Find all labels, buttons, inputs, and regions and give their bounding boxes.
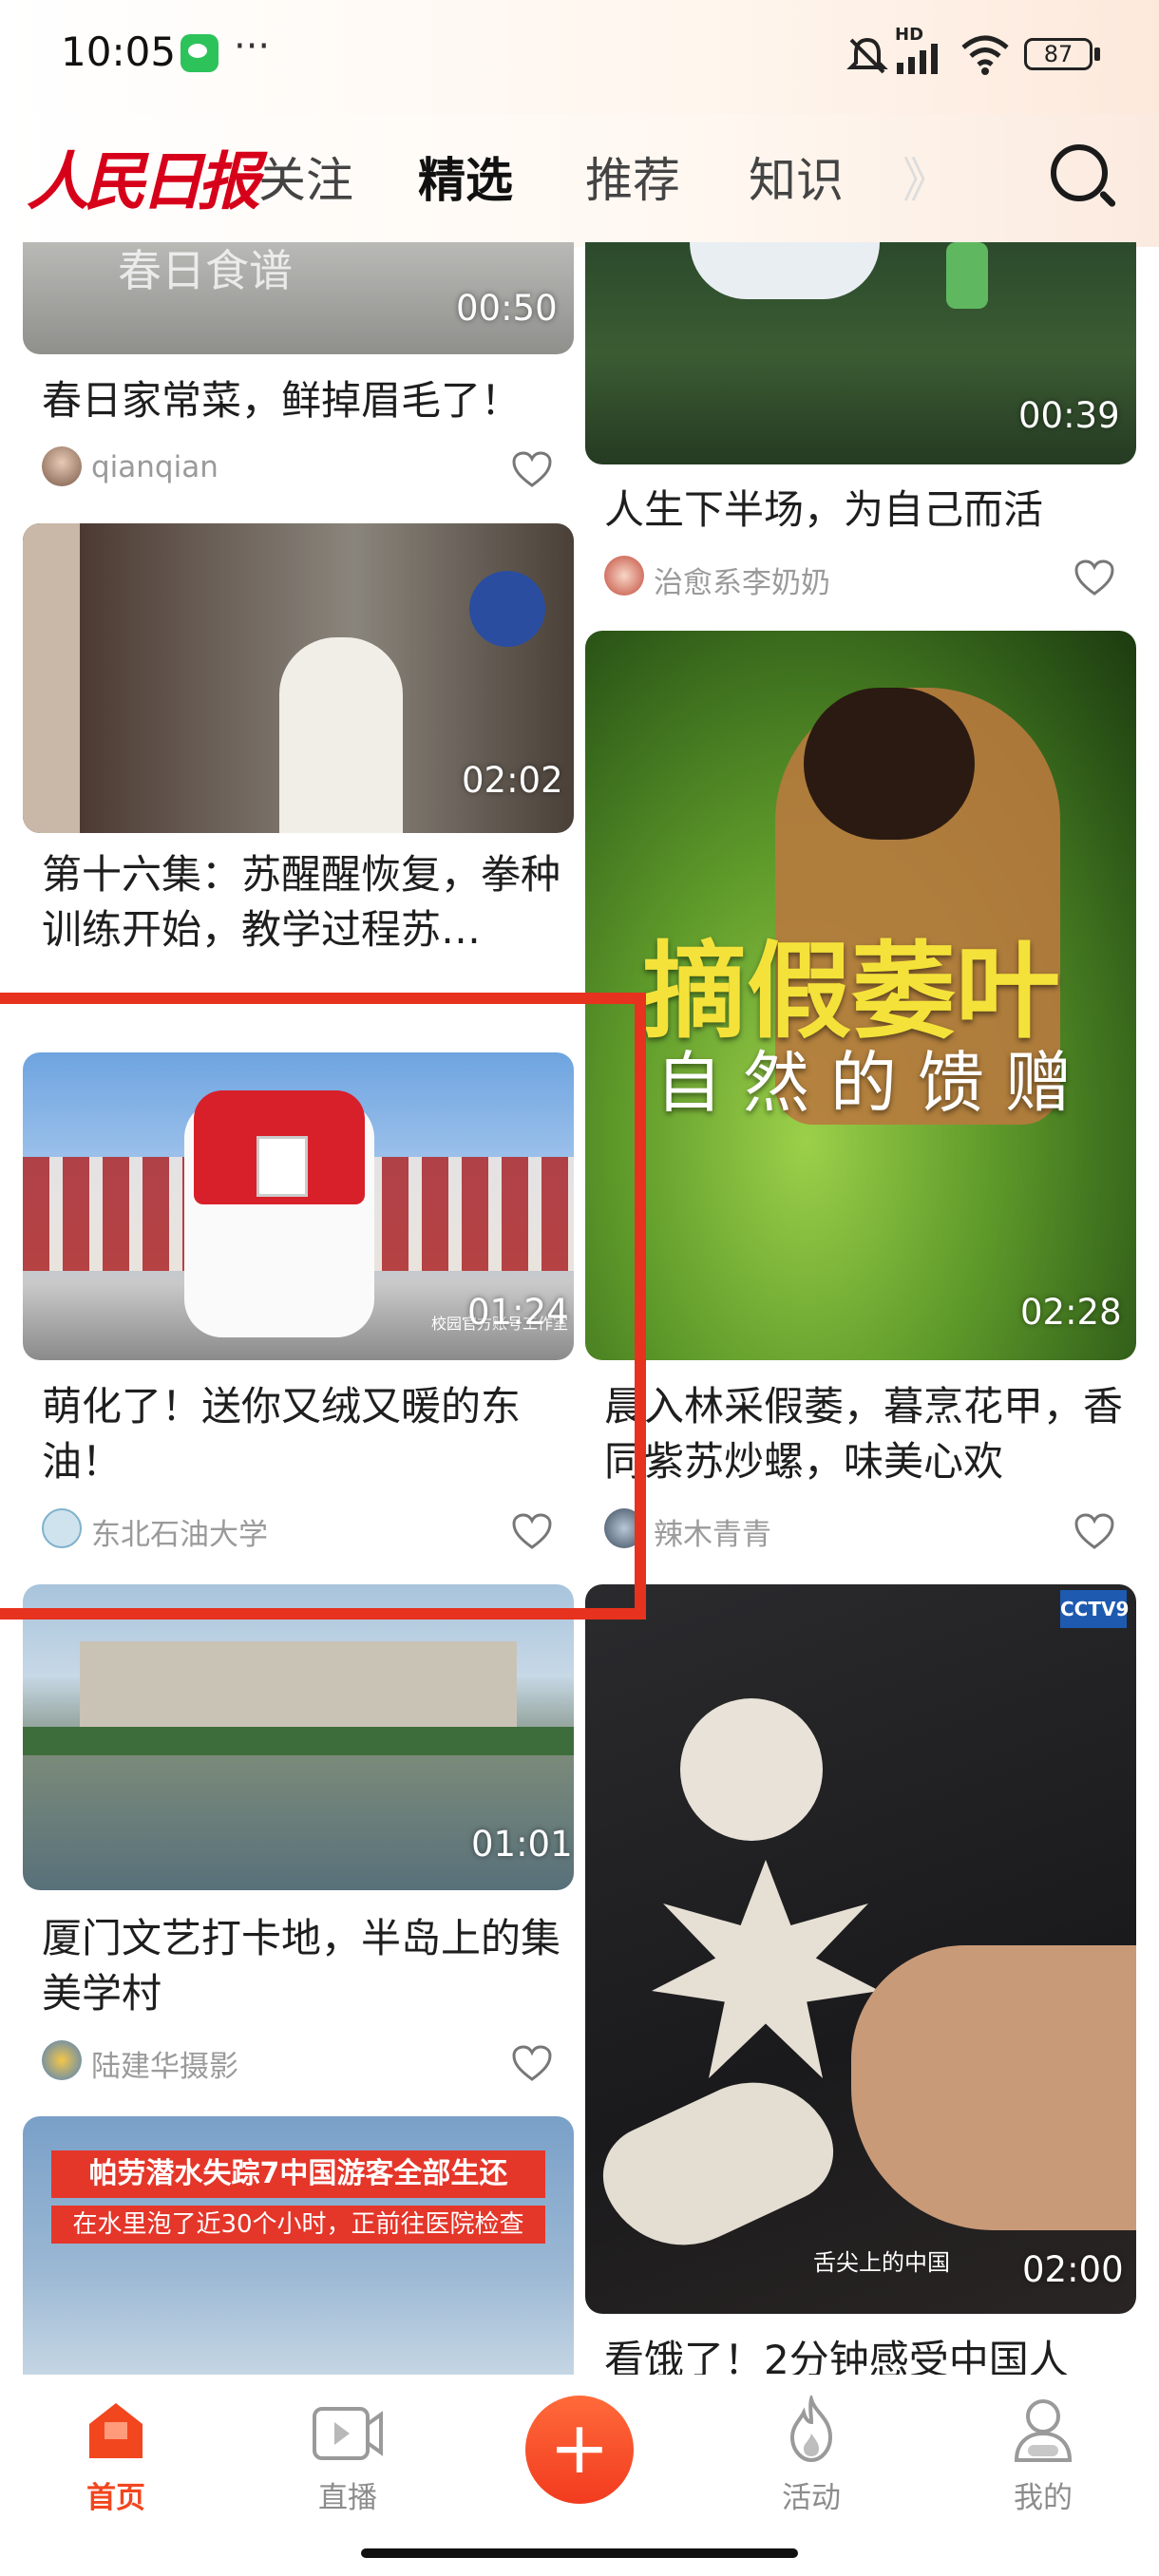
news-headline-banner: 帕劳潜水失踪7中国游客全部生还 [51, 2150, 545, 2198]
flame-icon[interactable] [781, 2396, 842, 2464]
video-title[interactable]: 晨入林采假萎，暮烹花甲，香同紫苏炒螺，味美心欢 [604, 1379, 1136, 1489]
signal-icon [897, 44, 938, 74]
thumbnail-decoration [469, 571, 545, 647]
annotation-highlight-box [0, 993, 646, 1619]
video-duration: 00:39 [1018, 395, 1120, 436]
thumbnail-trees [23, 1727, 574, 1755]
like-heart-icon[interactable] [511, 450, 553, 488]
nav-activity-label[interactable]: 活动 [754, 2473, 868, 2516]
status-time: 10:05 [61, 28, 177, 75]
thumbnail-hand [851, 1945, 1136, 2230]
video-duration: 02:28 [1020, 1292, 1122, 1333]
author-avatar[interactable] [604, 556, 644, 596]
thumbnail-dough-fish [586, 2055, 850, 2273]
profile-icon[interactable] [1011, 2396, 1075, 2464]
app-logo[interactable]: 人民日报 [27, 131, 260, 222]
wifi-icon [961, 35, 1009, 75]
author-avatar[interactable] [42, 446, 82, 486]
thumbnail-figure [23, 523, 80, 833]
battery-tip [1094, 47, 1100, 61]
video-duration: 02:02 [462, 760, 563, 801]
search-icon[interactable] [1051, 144, 1108, 201]
video-thumbnail[interactable]: 摘假萎叶 自然的馈赠 [585, 631, 1136, 1360]
home-indicator[interactable] [361, 2548, 798, 2558]
thumbnail-dough-shape [680, 1698, 823, 1841]
video-title[interactable]: 厦门文艺打卡地，半岛上的集美学村 [42, 1911, 574, 2021]
video-title[interactable]: 春日家常菜，鲜掉眉毛了！ [42, 373, 574, 428]
thumbnail-dough-sun [652, 1860, 880, 2078]
tab-recommended[interactable]: 推荐 [585, 142, 680, 211]
thumbnail-building [80, 1641, 517, 1727]
more-notifications-icon: ··· [234, 25, 271, 68]
video-duration: 00:50 [456, 288, 558, 329]
thumbnail-figure-hair [804, 688, 975, 840]
wechat-icon [180, 34, 218, 72]
author-name[interactable]: 治愈系李奶奶 [654, 559, 830, 601]
nav-home-label[interactable]: 首页 [59, 2473, 173, 2516]
like-heart-icon[interactable] [1074, 559, 1115, 597]
video-thumbnail[interactable]: 帕劳潜水失踪7中国游客全部生还 在水里泡了近30个小时，正前往医院检查 [23, 2116, 574, 2375]
thumbnail-overlay-text: 春日食谱 [118, 245, 293, 296]
author-avatar[interactable] [42, 2040, 82, 2080]
nav-profile-label[interactable]: 我的 [986, 2473, 1100, 2516]
tab-featured[interactable]: 精选 [418, 142, 513, 211]
nav-live-label[interactable]: 直播 [291, 2473, 405, 2516]
thumbnail-figure [690, 242, 880, 299]
live-tv-icon[interactable] [312, 2401, 384, 2462]
thumbnail-watermark: 舌尖上的中国 [813, 2249, 950, 2276]
tab-knowledge[interactable]: 知识 [749, 142, 844, 211]
tab-more-faded[interactable]: 》 [902, 142, 950, 211]
video-duration: 01:01 [471, 1824, 573, 1865]
like-heart-icon[interactable] [511, 2044, 553, 2082]
video-thumbnail[interactable]: CCTV9 舌尖上的中国 [585, 1584, 1136, 2314]
home-icon[interactable] [84, 2399, 148, 2462]
like-heart-icon[interactable] [1074, 1512, 1115, 1550]
author-name[interactable]: qianqian [91, 450, 218, 484]
tab-follow[interactable]: 关注 [258, 142, 353, 211]
thumbnail-figure [946, 242, 988, 309]
mute-icon [846, 37, 888, 74]
battery-icon: 87 [1024, 38, 1092, 70]
video-duration: 02:00 [1022, 2249, 1124, 2290]
channel-logo: CCTV9 [1060, 1590, 1129, 1628]
thumbnail-overlay-subtitle: 自然的馈赠 [656, 1044, 1092, 1122]
plus-icon[interactable]: + [525, 2396, 634, 2504]
news-subheadline-banner: 在水里泡了近30个小时，正前往医院检查 [51, 2206, 545, 2244]
video-title[interactable]: 人生下半场，为自己而活 [604, 483, 1136, 538]
author-name[interactable]: 辣木青青 [654, 1510, 771, 1553]
video-title[interactable]: 第十六集：苏醒醒恢复，拳种训练开始，教学过程苏… [42, 847, 574, 957]
thumbnail-figure [279, 637, 403, 833]
author-name[interactable]: 陆建华摄影 [91, 2042, 238, 2085]
